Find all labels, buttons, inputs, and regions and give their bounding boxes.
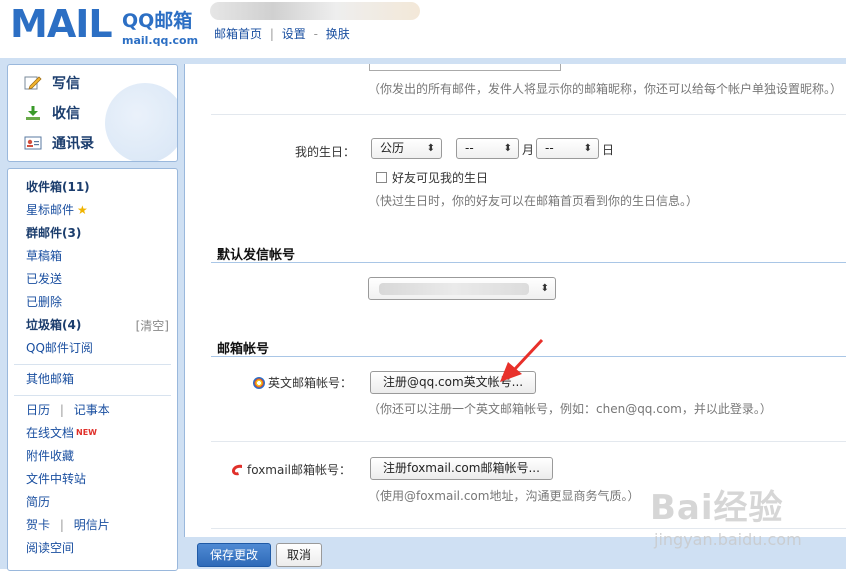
- settings-panel: （你发出的所有邮件，发件人将显示你的邮箱昵称，你还可以给每个帐户单独设置昵称。）…: [184, 64, 846, 537]
- folder-other-mail[interactable]: 其他邮箱: [26, 371, 74, 387]
- folder-deleted[interactable]: 已删除: [26, 294, 62, 310]
- action-bar: 保存更改 取消: [184, 537, 846, 569]
- nickname-input[interactable]: [369, 64, 561, 71]
- divider: [211, 114, 846, 115]
- foxmail-account-label: foxmail邮箱帐号：: [247, 463, 352, 477]
- separator: |: [59, 403, 64, 417]
- app-frame: 写信 收信 通讯录 收件箱(11) 星标邮件 ★ 群邮件(3) 草稿箱 已发送 已…: [0, 58, 846, 571]
- annotation-arrow-icon: [500, 338, 544, 382]
- separator: -: [313, 27, 318, 41]
- birthday-visible-label: 好友可见我的生日: [392, 171, 489, 185]
- penguin-watermark-icon: [105, 83, 177, 161]
- section-divider: [211, 262, 846, 263]
- foxmail-account-label-row: foxmail邮箱帐号：: [231, 461, 351, 478]
- folder-sent[interactable]: 已发送: [26, 271, 62, 287]
- header: MAIL QQ邮箱 mail.qq.com 邮箱首页 | 设置 - 换肤: [0, 0, 846, 58]
- inbox-button[interactable]: 收信: [24, 101, 80, 125]
- english-account-label: 英文邮箱帐号：: [268, 376, 353, 390]
- updown-arrow-icon: ⬍: [540, 283, 549, 294]
- folder-starred-label: 星标邮件: [26, 203, 75, 217]
- compose-button[interactable]: 写信: [24, 71, 80, 95]
- folder-spam[interactable]: 垃圾箱(4): [26, 317, 81, 333]
- divider: [14, 364, 171, 365]
- pencil-icon: [24, 75, 42, 91]
- birth-day-select[interactable]: -- ⬍: [536, 138, 599, 159]
- logo-cn: QQ邮箱: [122, 10, 193, 32]
- month-unit: 月: [522, 143, 535, 157]
- divider: [14, 395, 171, 396]
- mail-accounts-title: 邮箱帐号: [217, 342, 270, 357]
- new-badge: NEW: [76, 428, 97, 437]
- top-links: 邮箱首页 | 设置 - 换肤: [214, 25, 350, 42]
- folder-subscription[interactable]: QQ邮件订阅: [26, 340, 93, 356]
- english-account-hint: （你还可以注册一个英文邮箱帐号，例如：chen@qq.com，并以此登录。）: [368, 402, 772, 416]
- clear-spam-link[interactable]: [清空]: [136, 317, 169, 334]
- birthday-label: 我的生日：: [294, 145, 355, 159]
- file-transfer-link[interactable]: 文件中转站: [26, 471, 86, 487]
- logo-text[interactable]: QQ邮箱 mail.qq.com: [122, 6, 198, 47]
- folder-starred[interactable]: 星标邮件 ★: [26, 202, 88, 218]
- separator: |: [59, 518, 64, 532]
- inbox-label: 收信: [52, 106, 80, 122]
- divider: [211, 441, 846, 442]
- updown-arrow-icon: ⬍: [426, 143, 435, 154]
- separator: |: [269, 27, 274, 41]
- default-sender-title: 默认发信帐号: [217, 248, 296, 263]
- updown-arrow-icon: ⬍: [503, 143, 512, 154]
- cancel-button[interactable]: 取消: [276, 543, 323, 567]
- default-sender-select[interactable]: ⬍: [368, 277, 556, 300]
- foxmail-account-hint: （使用@foxmail.com地址，沟通更显商务气质。）: [368, 489, 640, 503]
- birth-day-value: --: [545, 141, 554, 155]
- account-name-blurred: [210, 2, 420, 20]
- skin-link[interactable]: 换肤: [326, 27, 350, 41]
- foxmail-icon: [231, 464, 244, 476]
- star-icon: ★: [77, 203, 88, 217]
- calendar-notes-row: 日历 | 记事本: [26, 402, 110, 418]
- logo-mark: MAIL: [10, 2, 113, 46]
- card-row: 贺卡 | 明信片: [26, 517, 110, 533]
- birth-month-select[interactable]: -- ⬍: [456, 138, 519, 159]
- folder-list: 收件箱(11) 星标邮件 ★ 群邮件(3) 草稿箱 已发送 已删除 垃圾箱(4) …: [7, 168, 178, 571]
- default-sender-value-blurred: [379, 283, 529, 295]
- notes-link[interactable]: 记事本: [74, 403, 110, 417]
- birth-month-value: --: [465, 141, 474, 155]
- compose-label: 写信: [52, 76, 80, 92]
- resume-link[interactable]: 简历: [26, 494, 50, 510]
- postcard-link[interactable]: 明信片: [74, 518, 110, 532]
- folder-drafts[interactable]: 草稿箱: [26, 248, 62, 264]
- contacts-label: 通讯录: [52, 136, 94, 152]
- contacts-button[interactable]: 通讯录: [24, 131, 94, 155]
- save-changes-button[interactable]: 保存更改: [197, 543, 272, 567]
- online-docs-link: 在线文档: [26, 426, 75, 440]
- reading-space-link[interactable]: 阅读空间: [26, 540, 74, 556]
- calendar-link[interactable]: 日历: [26, 403, 50, 417]
- settings-link[interactable]: 设置: [282, 27, 306, 41]
- folder-group[interactable]: 群邮件(3): [26, 225, 81, 241]
- attachments-link[interactable]: 附件收藏: [26, 448, 74, 464]
- birthday-visible-checkbox[interactable]: [376, 172, 387, 183]
- nickname-hint: （你发出的所有邮件，发件人将显示你的邮箱昵称，你还可以给每个帐户单独设置昵称。）: [368, 82, 843, 96]
- register-foxmail-account-button[interactable]: 注册foxmail.com邮箱帐号...: [370, 457, 553, 480]
- day-unit: 日: [602, 143, 615, 157]
- quick-nav: 写信 收信 通讯录: [7, 64, 178, 162]
- greeting-card-link[interactable]: 贺卡: [26, 518, 50, 532]
- online-docs-row[interactable]: 在线文档 NEW: [26, 425, 97, 441]
- mail-home-link[interactable]: 邮箱首页: [214, 27, 262, 41]
- updown-arrow-icon: ⬍: [583, 143, 592, 154]
- qq-mail-icon: [253, 376, 265, 389]
- english-account-label-row: 英文邮箱帐号：: [253, 374, 352, 391]
- logo-domain: mail.qq.com: [122, 34, 199, 47]
- mail-logo[interactable]: MAIL: [10, 2, 113, 46]
- birthday-hint: （快过生日时，你的好友可以在邮箱首页看到你的生日信息。）: [368, 194, 699, 208]
- download-icon: [24, 105, 42, 121]
- folder-inbox[interactable]: 收件箱(11): [26, 179, 90, 195]
- divider: [211, 528, 846, 529]
- contact-card-icon: [24, 135, 42, 151]
- calendar-type-select[interactable]: 公历 ⬍: [371, 138, 442, 159]
- calendar-type-value: 公历: [380, 141, 405, 155]
